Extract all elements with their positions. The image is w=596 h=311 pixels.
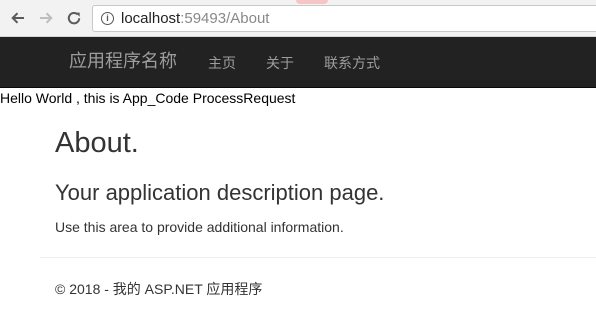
nav-link-contact[interactable]: 联系方式 [324, 55, 380, 72]
arrow-right-icon [40, 12, 53, 24]
back-button[interactable] [9, 9, 27, 27]
url-host: localhost [121, 10, 181, 27]
footer-copyright: © 2018 - 我的 ASP.NET 应用程序 [55, 281, 263, 297]
nav-link-home[interactable]: 主页 [208, 55, 236, 72]
page-title: About. [55, 127, 139, 159]
address-bar[interactable]: i localhost:59493/About [92, 5, 596, 32]
browser-tab-edge [296, 0, 328, 4]
browser-toolbar: i localhost:59493/About [0, 0, 596, 37]
debug-output-text: Hello World , this is App_Code ProcessRe… [0, 90, 296, 106]
page-description: Use this area to provide additional info… [55, 219, 344, 235]
url-text: localhost:59493/About [121, 11, 269, 26]
navbar-brand[interactable]: 应用程序名称 [69, 51, 177, 73]
info-icon[interactable]: i [101, 12, 114, 25]
reload-button[interactable] [65, 9, 83, 27]
arrow-left-icon [11, 12, 24, 24]
footer-divider [40, 257, 596, 258]
page-subtitle: Your application description page. [55, 180, 385, 205]
site-navbar: 应用程序名称 主页 关于 联系方式 [0, 37, 596, 88]
reload-icon [67, 11, 81, 25]
forward-button[interactable] [37, 9, 55, 27]
nav-link-about[interactable]: 关于 [266, 55, 294, 72]
url-path: :59493/About [180, 10, 270, 27]
